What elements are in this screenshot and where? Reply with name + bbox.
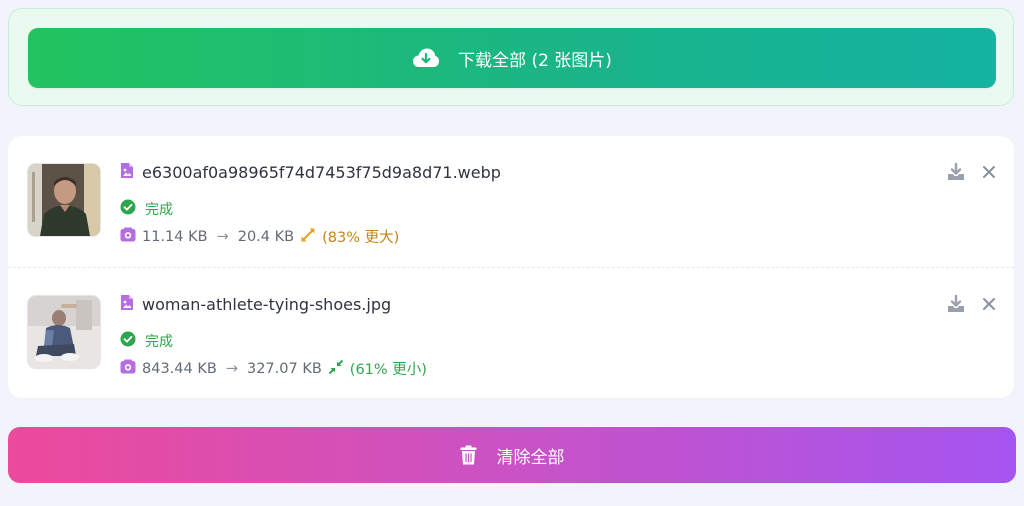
download-file-button[interactable]: [946, 294, 966, 314]
cloud-download-icon: [412, 47, 440, 69]
check-circle-icon: [120, 331, 136, 351]
file-thumbnail: [28, 164, 100, 236]
row-actions: [946, 162, 996, 182]
size-line: 843.44 KB → 327.07 KB (61% 更小): [120, 358, 427, 379]
file-thumbnail: [28, 296, 100, 368]
size-image-icon: [120, 359, 136, 378]
page: 下载全部 (2 张图片) e6300af0a98965f74d7453f75d9…: [0, 0, 1024, 506]
status-text: 完成: [145, 202, 173, 218]
clear-all-label: 清除全部: [496, 447, 565, 468]
image-file-icon: [120, 294, 134, 315]
clear-all-button[interactable]: 清除全部: [8, 427, 1016, 483]
download-all-button[interactable]: 下载全部 (2 张图片): [28, 28, 996, 88]
remove-file-button[interactable]: [982, 165, 996, 179]
file-name: e6300af0a98965f74d7453f75d9a8d71.webp: [142, 163, 501, 182]
file-name: woman-athlete-tying-shoes.jpg: [142, 295, 392, 314]
trash-icon: [460, 445, 477, 465]
status-line: 完成: [120, 331, 173, 351]
arrow: →: [216, 228, 229, 245]
new-size: 327.07 KB: [246, 360, 322, 377]
original-size: 843.44 KB: [142, 360, 217, 377]
size-line: 11.14 KB → 20.4 KB (83% 更大): [120, 226, 399, 247]
status-line: 完成: [120, 199, 173, 219]
compress-arrows-icon: [328, 359, 344, 379]
size-change: (83% 更大): [322, 230, 400, 246]
check-circle-icon: [120, 199, 136, 219]
file-row: woman-athlete-tying-shoes.jpg 完成 843.44 …: [8, 267, 1014, 398]
image-file-icon: [120, 162, 134, 183]
filename-line: e6300af0a98965f74d7453f75d9a8d71.webp: [120, 162, 501, 183]
download-all-label: 下载全部 (2 张图片): [458, 50, 612, 71]
file-list: e6300af0a98965f74d7453f75d9a8d71.webp 完成: [8, 136, 1014, 398]
download-file-button[interactable]: [946, 162, 966, 182]
download-all-panel: 下载全部 (2 张图片): [8, 8, 1014, 106]
status-text: 完成: [145, 334, 173, 350]
filename-line: woman-athlete-tying-shoes.jpg: [120, 294, 391, 315]
original-size: 11.14 KB: [142, 228, 208, 245]
expand-arrows-icon: [300, 227, 316, 247]
size-change: (61% 更小): [349, 362, 427, 378]
file-row: e6300af0a98965f74d7453f75d9a8d71.webp 完成: [8, 136, 1014, 267]
remove-file-button[interactable]: [982, 297, 996, 311]
arrow: →: [225, 360, 238, 377]
new-size: 20.4 KB: [237, 228, 295, 245]
row-actions: [946, 294, 996, 314]
size-image-icon: [120, 227, 136, 246]
